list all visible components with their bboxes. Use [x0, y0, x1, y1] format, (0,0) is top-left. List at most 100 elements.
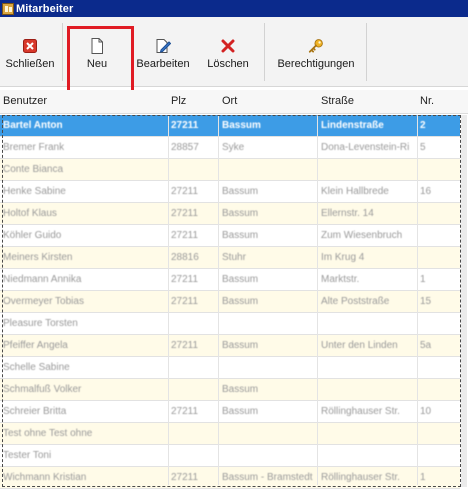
cell-number: 5a	[420, 340, 432, 351]
cell-street: Röllinghauser Str.	[321, 406, 400, 417]
column-header-zip[interactable]: Plz	[171, 95, 186, 107]
cell-street: Röllinghauser Str.	[321, 472, 400, 483]
cell-number	[420, 159, 458, 181]
table-row[interactable]: Schelle Sabine	[0, 357, 460, 379]
cell-number	[420, 225, 458, 247]
table-header: Benutzer Plz Ort Straße Nr.	[0, 90, 468, 114]
table-row[interactable]: Henke Sabine 27211 Bassum Klein Hallbrede 16	[0, 181, 460, 203]
column-header-user[interactable]: Benutzer	[3, 95, 47, 107]
table-row[interactable]: Overmeyer Tobias 27211 Bassum Alte Poststra…	[0, 291, 460, 313]
highlight-frame	[67, 26, 134, 93]
cell-zip	[171, 357, 216, 379]
table-row[interactable]: Bartel Anton 27211 Bassum Lindenstraße 2	[0, 115, 460, 137]
permissions-button[interactable]: Berechtigungen	[272, 17, 360, 87]
cell-user: Schreier Britta	[3, 406, 67, 417]
table-row[interactable]: Bremer Frank 28857 Syke Dona-Levenstein-Ri 5	[0, 137, 460, 159]
cell-city: Bassum	[222, 230, 259, 241]
cell-zip: 27211	[171, 340, 199, 351]
cell-user: Bremer Frank	[3, 142, 65, 153]
cell-zip: 28816	[171, 252, 199, 263]
cell-zip	[171, 445, 216, 467]
edit-document-icon	[155, 38, 171, 54]
app-icon	[2, 2, 14, 15]
cell-street	[321, 357, 415, 379]
close-button[interactable]: Schließen	[2, 17, 58, 87]
table-row[interactable]: Tester Toni	[0, 445, 460, 467]
cell-street: Unter den Linden	[321, 340, 398, 351]
delete-button-label: Löschen	[207, 58, 249, 70]
table-row[interactable]: Schmalfuß Volker Bassum	[0, 379, 460, 401]
cell-user: Overmeyer Tobias	[3, 296, 84, 307]
edit-button-label: Bearbeiten	[136, 58, 190, 70]
column-divider	[168, 115, 169, 485]
cell-zip: 27211	[171, 406, 199, 417]
table-row[interactable]: Holtof Klaus 27211 Bassum Ellernstr. 14	[0, 203, 460, 225]
cell-city: Bassum - Bramstedt	[222, 472, 313, 483]
table-row[interactable]: Pleasure Torsten	[0, 313, 460, 335]
vertical-scrollbar[interactable]	[461, 115, 467, 487]
cell-city: Stuhr	[222, 252, 246, 263]
cell-user: Schmalfuß Volker	[3, 384, 82, 395]
cell-number: 15	[420, 296, 432, 307]
cell-zip: 27211	[171, 186, 199, 197]
column-divider	[417, 115, 418, 485]
delete-icon	[220, 38, 236, 54]
cell-user: Tester Toni	[3, 450, 52, 461]
table-row[interactable]: Conte Bianca	[0, 159, 460, 181]
edit-button[interactable]: Bearbeiten	[133, 17, 193, 87]
table-body: Bartel Anton 27211 Bassum Lindenstraße 2 Brem…	[0, 115, 460, 489]
cell-user: Pfeiffer Angela	[3, 340, 68, 351]
toolbar-separator	[264, 23, 265, 81]
cell-user: Pleasure Torsten	[3, 318, 78, 329]
close-button-label: Schließen	[5, 58, 55, 70]
cell-city: Syke	[222, 142, 245, 153]
cell-street: Lindenstraße	[321, 120, 384, 131]
cell-street	[321, 313, 415, 335]
cell-street: Marktstr.	[321, 274, 360, 285]
cell-number: 1	[420, 274, 426, 285]
table-row[interactable]: Pfeiffer Angela 27211 Bassum Unter den Lind…	[0, 335, 460, 357]
cell-street: Klein Hallbrede	[321, 186, 389, 197]
cell-city	[222, 423, 315, 445]
cell-number	[420, 203, 458, 225]
table-row[interactable]: Wichmann Kristian 27211 Bassum - Bramstedt…	[0, 467, 460, 489]
toolbar-separator	[62, 23, 63, 81]
cell-user: Conte Bianca	[3, 164, 64, 175]
table-row[interactable]: Test ohne Test ohne	[0, 423, 460, 445]
cell-city: Bassum	[222, 186, 259, 197]
cell-user: Henke Sabine	[3, 186, 66, 197]
cell-zip: 27211	[171, 472, 199, 483]
cell-user: Test ohne Test ohne	[3, 428, 93, 439]
cell-number	[420, 423, 458, 445]
cell-zip: 27211	[171, 274, 199, 285]
delete-button[interactable]: Löschen	[202, 17, 254, 87]
cell-street	[321, 445, 415, 467]
cell-number: 5	[420, 142, 426, 153]
column-header-street[interactable]: Straße	[321, 95, 354, 107]
cell-zip: 27211	[171, 120, 199, 131]
cell-street: Im Krug 4	[321, 252, 365, 263]
column-divider	[218, 115, 219, 485]
permissions-button-label: Berechtigungen	[277, 58, 355, 70]
cell-number: 1	[420, 472, 426, 483]
cell-zip	[171, 423, 216, 445]
cell-city: Bassum	[222, 296, 259, 307]
cell-number: 10	[420, 406, 432, 417]
cell-user: Wichmann Kristian	[3, 472, 87, 483]
toolbar-separator	[366, 23, 367, 81]
cell-city: Bassum	[222, 340, 259, 351]
cell-street: Dona-Levenstein-Ri	[321, 142, 410, 153]
cell-zip	[171, 313, 216, 335]
table-row[interactable]: Köhler Guido 27211 Bassum Zum Wiesenbruch	[0, 225, 460, 247]
employee-table: Benutzer Plz Ort Straße Nr. Bartel Anton…	[0, 90, 468, 492]
close-icon	[22, 38, 38, 54]
cell-user: Bartel Anton	[3, 120, 63, 131]
column-header-number[interactable]: Nr.	[420, 95, 434, 107]
cell-street	[321, 159, 415, 181]
table-row[interactable]: Niedmann Annika 27211 Bassum Marktstr. 1	[0, 269, 460, 291]
table-row[interactable]: Schreier Britta 27211 Bassum Röllinghauser …	[0, 401, 460, 423]
cell-user: Köhler Guido	[3, 230, 62, 241]
cell-number: 2	[420, 120, 426, 131]
table-row[interactable]: Meiners Kirsten 28816 Stuhr Im Krug 4	[0, 247, 460, 269]
column-header-city[interactable]: Ort	[222, 95, 237, 107]
